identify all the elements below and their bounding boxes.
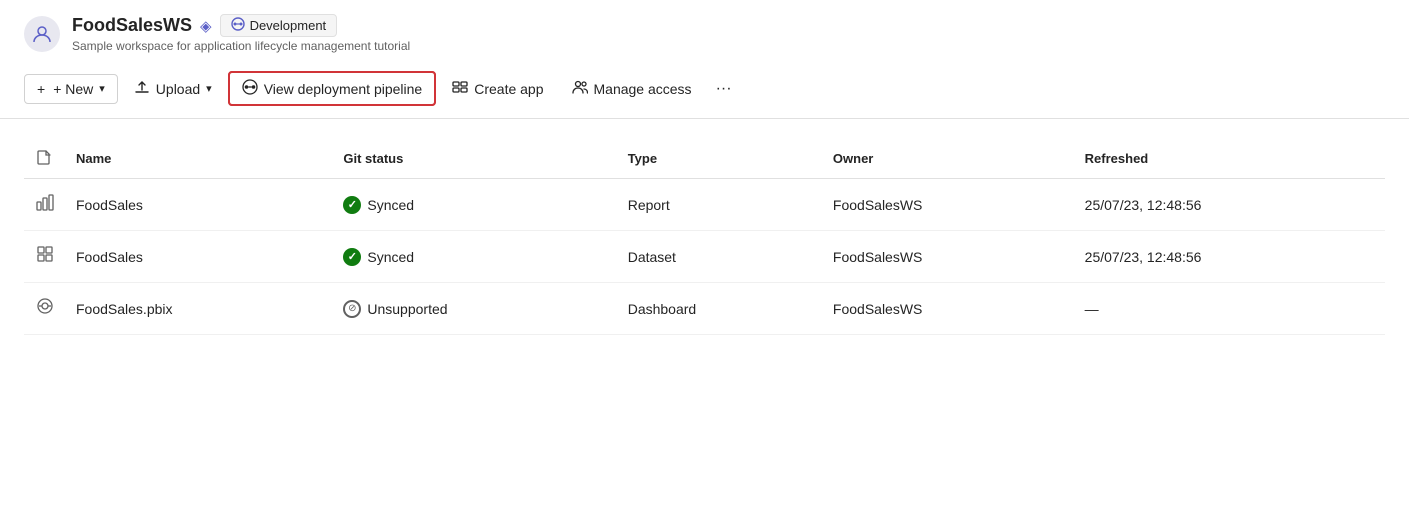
unsupported-label: Unsupported [367, 301, 447, 317]
new-button[interactable]: + + New ▾ [24, 74, 118, 104]
pipeline-button-label: View deployment pipeline [264, 81, 423, 97]
plus-icon: + [37, 81, 45, 97]
diamond-icon: ◈ [200, 17, 212, 35]
items-table: Name Git status Type Owner Refreshed Foo… [24, 139, 1385, 335]
table-header-row: Name Git status Type Owner Refreshed [24, 139, 1385, 179]
workspace-name: FoodSalesWS [72, 15, 192, 36]
synced-label: Synced [367, 249, 414, 265]
workspace-info: FoodSalesWS ◈ Development Sample workspa… [72, 14, 410, 53]
upload-icon [134, 79, 150, 98]
deployment-icon [242, 79, 258, 98]
file-header-icon [36, 153, 52, 168]
upload-button[interactable]: Upload ▾ [122, 73, 224, 104]
row-name-1[interactable]: FoodSales [64, 231, 331, 283]
table-row: FoodSales.pbix ⊘ Unsupported DashboardFoodS… [24, 283, 1385, 335]
upload-label: Upload [156, 81, 200, 97]
col-header-type: Type [616, 139, 821, 179]
toolbar: + + New ▾ Upload ▾ View deployment pipel… [0, 63, 1409, 119]
more-icon: ··· [716, 80, 732, 98]
unsupported-icon: ⊘ [343, 300, 361, 318]
row-name-0[interactable]: FoodSales [64, 179, 331, 231]
col-header-name: Name [64, 139, 331, 179]
row-refreshed-1: 25/07/23, 12:48:56 [1073, 231, 1385, 283]
col-header-git-status: Git status [331, 139, 615, 179]
row-refreshed-2: — [1073, 283, 1385, 335]
create-app-label: Create app [474, 81, 543, 97]
row-owner-2: FoodSalesWS [821, 283, 1073, 335]
content-area: Name Git status Type Owner Refreshed Foo… [0, 119, 1409, 355]
table-row: FoodSales Synced DatasetFoodSalesWS25/07/2… [24, 231, 1385, 283]
row-owner-0: FoodSalesWS [821, 179, 1073, 231]
synced-icon [343, 196, 361, 214]
row-owner-1: FoodSalesWS [821, 231, 1073, 283]
row-type-1: Dataset [616, 231, 821, 283]
dev-badge-label: Development [250, 18, 327, 33]
synced-icon [343, 248, 361, 266]
create-app-icon [452, 79, 468, 98]
row-git-status-2: ⊘ Unsupported [331, 283, 615, 335]
manage-access-button[interactable]: Manage access [560, 73, 704, 104]
create-app-button[interactable]: Create app [440, 73, 555, 104]
row-icon-0 [24, 179, 64, 231]
row-icon-2 [24, 283, 64, 335]
workspace-subtitle: Sample workspace for application lifecyc… [72, 39, 410, 53]
col-header-icon [24, 139, 64, 179]
row-refreshed-0: 25/07/23, 12:48:56 [1073, 179, 1385, 231]
col-header-refreshed: Refreshed [1073, 139, 1385, 179]
synced-label: Synced [367, 197, 414, 213]
view-deployment-pipeline-button[interactable]: View deployment pipeline [228, 71, 437, 106]
row-icon-1 [24, 231, 64, 283]
avatar [24, 16, 60, 52]
row-name-2[interactable]: FoodSales.pbix [64, 283, 331, 335]
row-type-2: Dashboard [616, 283, 821, 335]
row-git-status-1: Synced [331, 231, 615, 283]
manage-access-icon [572, 79, 588, 98]
upload-chevron-icon: ▾ [206, 82, 212, 95]
row-git-status-0: Synced [331, 179, 615, 231]
table-row: FoodSales Synced ReportFoodSalesWS25/07/23… [24, 179, 1385, 231]
new-button-label: + New [53, 81, 93, 97]
pipeline-badge-icon [231, 17, 245, 34]
new-chevron-icon: ▾ [99, 82, 105, 95]
row-type-0: Report [616, 179, 821, 231]
dev-badge[interactable]: Development [220, 14, 338, 37]
col-header-owner: Owner [821, 139, 1073, 179]
manage-access-label: Manage access [594, 81, 692, 97]
more-options-button[interactable]: ··· [708, 74, 740, 104]
workspace-header: FoodSalesWS ◈ Development Sample workspa… [0, 0, 1409, 63]
